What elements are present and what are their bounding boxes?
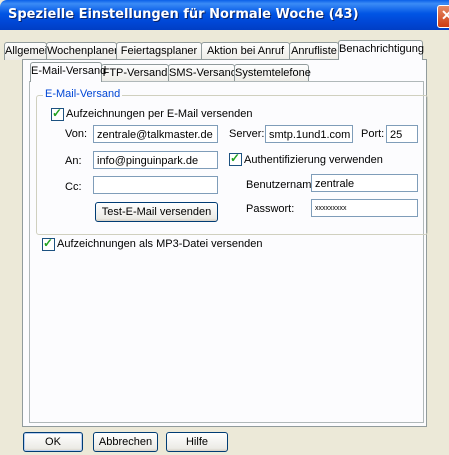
from-field[interactable]: zentrale@talkmaster.de xyxy=(93,125,218,143)
tab-sms-versand[interactable]: SMS-Versand xyxy=(168,64,237,82)
mp3-label: Aufzeichnungen als MP3-Datei versenden xyxy=(57,238,263,250)
username-label: Benutzername: xyxy=(246,179,321,191)
to-label: An: xyxy=(65,155,82,167)
to-field[interactable]: info@pinguinpark.de xyxy=(93,151,218,169)
tab-systemtelefone[interactable]: Systemtelefone xyxy=(234,64,311,82)
dialog-window: Spezielle Einstellungen für Normale Woch… xyxy=(0,0,449,455)
auth-label: Authentifizierung verwenden xyxy=(244,154,383,166)
server-label: Server: xyxy=(229,128,265,140)
password-field[interactable]: xxxxxxxxx xyxy=(311,199,418,217)
test-email-button[interactable]: Test-E-Mail versenden xyxy=(95,202,218,222)
close-icon: ✕ xyxy=(441,7,449,23)
cancel-button[interactable]: Abbrechen xyxy=(93,432,158,452)
username-field[interactable]: zentrale xyxy=(311,174,418,192)
cc-label: Cc: xyxy=(65,181,82,193)
tab-email-versand[interactable]: E-Mail-Versand xyxy=(30,62,106,82)
tab-aktion-bei-anruf[interactable]: Aktion bei Anruf xyxy=(201,42,290,60)
auth-checkbox[interactable] xyxy=(229,151,242,166)
title-bar: Spezielle Einstellungen für Normale Woch… xyxy=(0,0,449,30)
send-email-checkbox[interactable] xyxy=(51,106,64,121)
tab-benachrichtigung[interactable]: Benachrichtigung xyxy=(338,40,424,60)
tab-anrufliste[interactable]: Anrufliste xyxy=(289,42,339,60)
tab-ftp-versand[interactable]: FTP-Versand xyxy=(101,64,169,82)
help-button[interactable]: Hilfe xyxy=(166,432,228,452)
tab-feiertagsplaner[interactable]: Feiertagsplaner xyxy=(116,42,202,60)
send-email-label: Aufzeichnungen per E-Mail versenden xyxy=(66,108,253,120)
tab-allgemein[interactable]: Allgemein xyxy=(4,42,53,60)
port-field[interactable]: 25 xyxy=(386,125,418,143)
server-field[interactable]: smtp.1und1.com xyxy=(265,125,353,143)
cc-field[interactable] xyxy=(93,176,218,194)
password-label: Passwort: xyxy=(246,203,295,215)
from-label: Von: xyxy=(65,128,88,140)
mp3-checkbox[interactable] xyxy=(42,236,55,251)
close-button[interactable]: ✕ xyxy=(437,5,449,28)
window-title: Spezielle Einstellungen für Normale Woch… xyxy=(8,7,359,22)
email-group-legend: E-Mail-Versand xyxy=(43,88,123,100)
tab-wochenplaner[interactable]: Wochenplaner xyxy=(46,42,118,60)
port-label: Port: xyxy=(361,128,385,140)
ok-button[interactable]: OK xyxy=(23,432,83,452)
